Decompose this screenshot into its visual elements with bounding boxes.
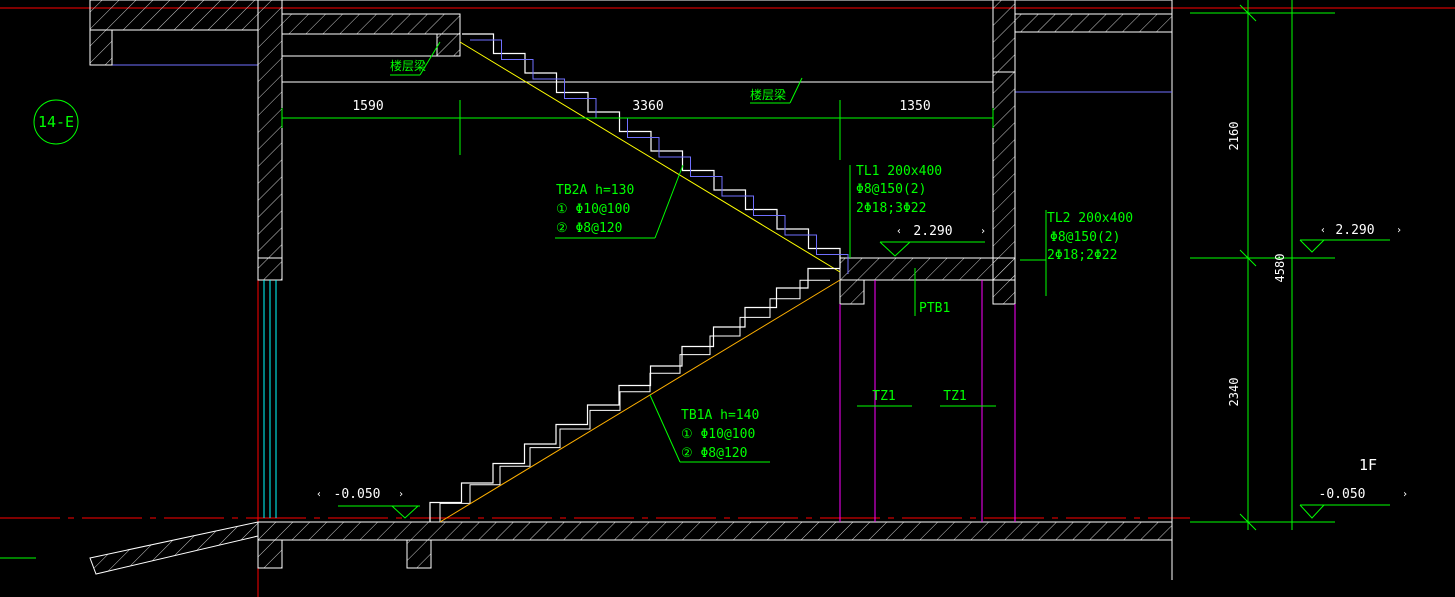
dim-right-total: 4580 [1273, 254, 1287, 283]
tl2-title: TL2 200x400 [1047, 211, 1133, 226]
landing-platform [839, 257, 1016, 305]
ptb1-label: PTB1 [919, 301, 950, 316]
landing-elevation-arrow-right: › [980, 226, 986, 237]
tl2-main: 2Φ18;2Φ22 [1047, 248, 1117, 263]
tl1-stirrup: Φ8@150(2) [856, 182, 926, 197]
lower-flight-tb1a [429, 267, 841, 523]
tb1a-title: TB1A h=140 [681, 408, 759, 423]
tl2-stirrup: Φ8@150(2) [1050, 230, 1120, 245]
beam-label-upper-left: 楼层梁 [390, 58, 426, 73]
landing-elevation-arrow-left: ‹ [896, 226, 902, 237]
beam-label-upper-mid: 楼层梁 [750, 87, 786, 102]
tz1-left-label: TZ1 [872, 389, 895, 404]
right-elevation-lower-arrow-r: › [1402, 489, 1408, 500]
tb2a-rebar2: ② Φ8@120 [556, 221, 622, 236]
dimension-lines [281, 0, 1335, 531]
axis-lines [0, 0, 1455, 597]
landing-elevation-mark [879, 241, 985, 257]
right-elevation-upper-value: 2.290 [1335, 223, 1374, 238]
dim-top-left: 1590 [352, 99, 383, 114]
right-elevation-upper-mark [1299, 239, 1390, 253]
tb2a-rebar1: ① Φ10@100 [556, 202, 630, 217]
dim-right-lower: 2340 [1227, 378, 1241, 407]
tl2-leader [1020, 210, 1047, 296]
tz1-right-label: TZ1 [943, 389, 966, 404]
tb2a-title: TB2A h=130 [556, 183, 634, 198]
stair-section-drawing: 14-E 1590 3360 1350 2160 4580 2340 楼层梁 楼… [0, 0, 1455, 597]
right-elevation-upper-arrow-r: › [1396, 225, 1402, 236]
tl1-title: TL1 200x400 [856, 164, 942, 179]
axis-tag-label: 14-E [38, 113, 74, 131]
ground-elevation-left-arrow-r: › [398, 489, 404, 500]
axis-tag-bubble: 14-E [33, 99, 79, 145]
column-lines [839, 280, 1016, 522]
tb1a-rebar1: ① Φ10@100 [681, 427, 755, 442]
ground-elevation-left-value: -0.050 [334, 487, 381, 502]
dim-top-right: 1350 [899, 99, 930, 114]
right-elevation-upper-arrow-l: ‹ [1320, 225, 1326, 236]
dim-right-upper: 2160 [1227, 122, 1241, 151]
ground-slab [89, 518, 1173, 575]
ground-elevation-left-mark [338, 505, 420, 519]
floor-tag: 1F [1359, 456, 1377, 474]
right-elevation-lower-value: -0.050 [1319, 487, 1366, 502]
right-elevation-lower-mark [1299, 504, 1390, 519]
ground-elevation-left-arrow-l: ‹ [316, 489, 322, 500]
landing-elevation-value: 2.290 [913, 224, 952, 239]
tb1a-rebar2: ② Φ8@120 [681, 446, 747, 461]
dim-top-mid: 3360 [632, 99, 663, 114]
tl1-main: 2Φ18;3Φ22 [856, 201, 926, 216]
